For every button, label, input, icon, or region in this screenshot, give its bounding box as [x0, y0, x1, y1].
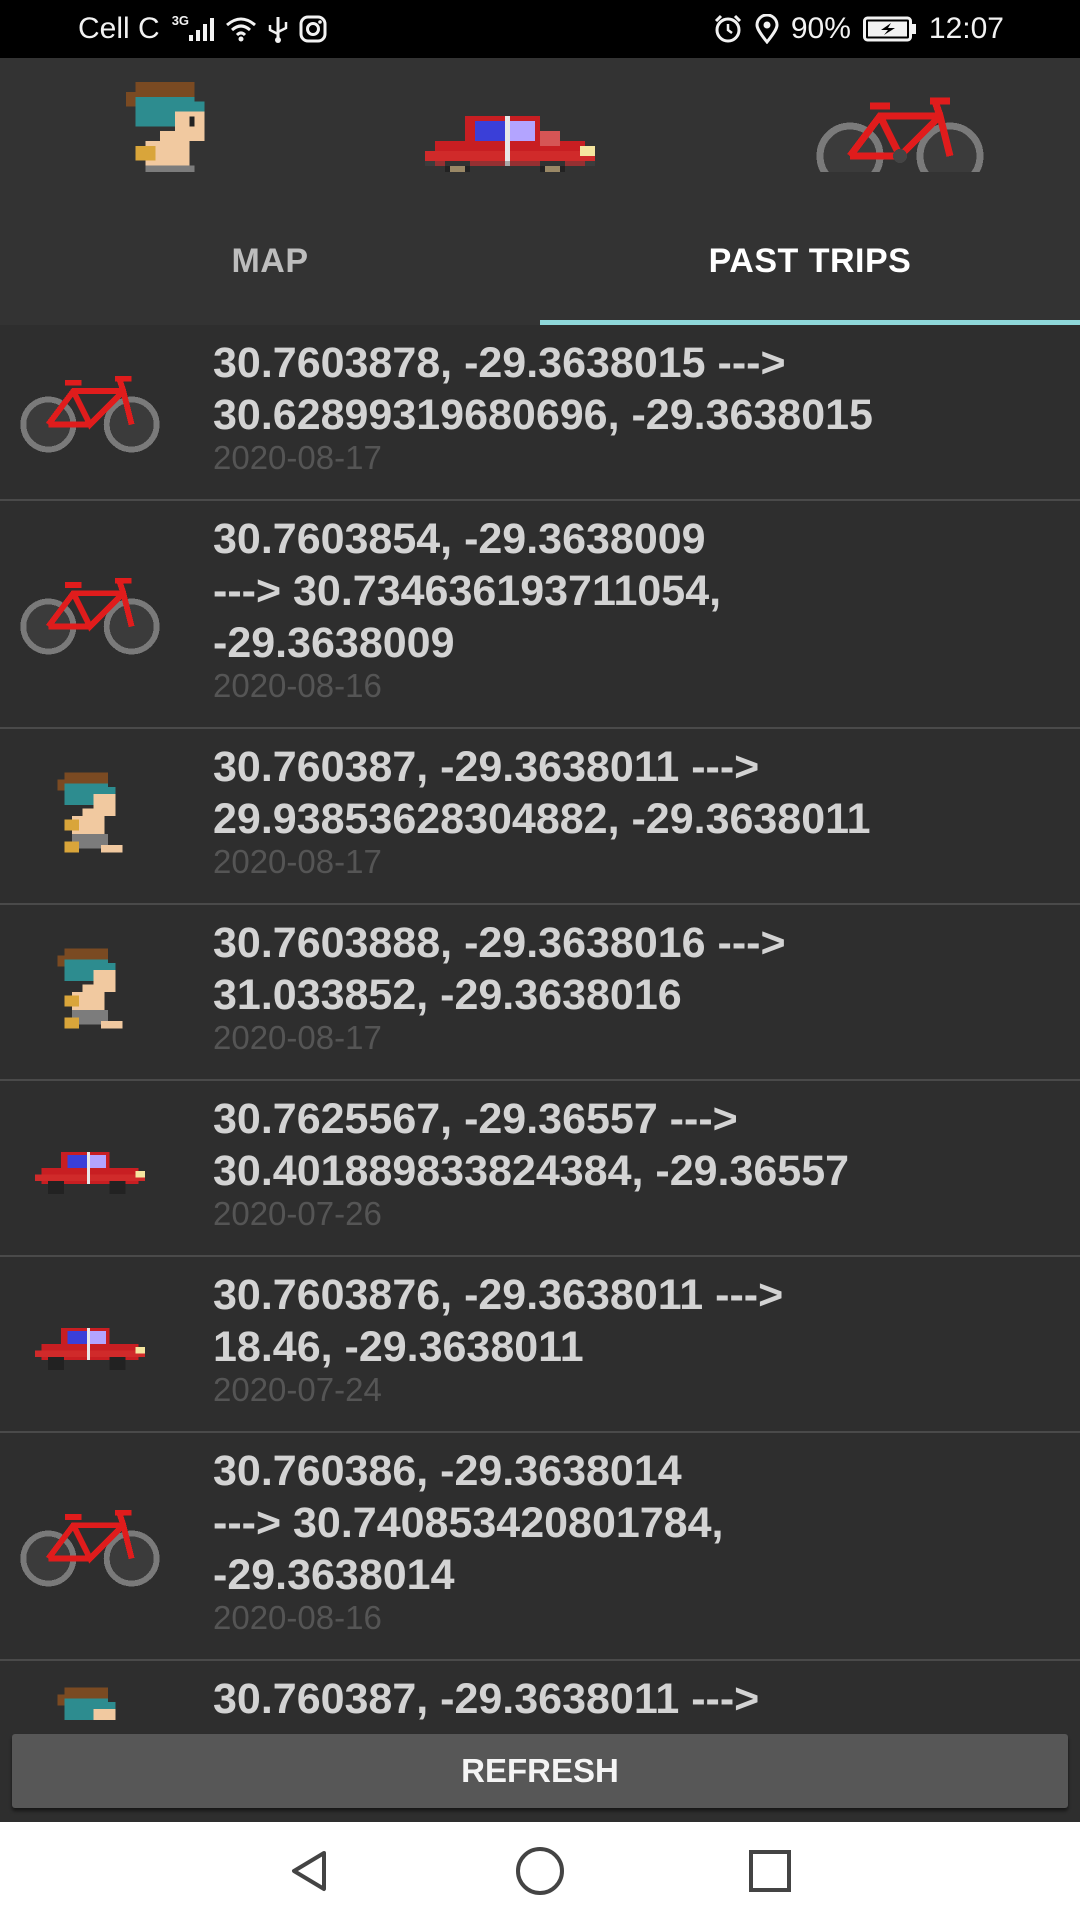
past-trips-list[interactable]: 30.7603878, -29.3638015 ---> 30.62899319…	[0, 325, 1080, 1777]
home-button[interactable]	[480, 1822, 600, 1920]
instagram-icon	[299, 15, 327, 43]
tab-bar: MAP PAST TRIPS	[0, 172, 1080, 326]
car-icon	[35, 1327, 145, 1370]
signal-icon: 3G	[170, 13, 215, 41]
trip-date: 2020-08-17	[213, 1019, 382, 1056]
back-icon	[292, 1851, 326, 1891]
clock: 12:07	[928, 12, 1004, 45]
trip-route: 30.7603878, -29.3638015 ---> 30.62899319…	[213, 339, 873, 439]
trip-date: 2020-08-16	[213, 1599, 382, 1636]
trip-mode-icon	[0, 1081, 180, 1255]
trip-date: 2020-08-17	[213, 843, 382, 880]
bicycle-icon	[20, 1509, 160, 1587]
trip-route: 30.7625567, -29.36557 ---> 30.4018898338…	[213, 1095, 850, 1195]
back-button[interactable]	[250, 1822, 370, 1920]
app-screen: MAP PAST TRIPS 30.7603878, -29.3638015 -…	[0, 58, 1080, 1822]
trip-route: 30.7603854, -29.3638009 ---> 30.73463619…	[213, 515, 722, 667]
trip-row[interactable]: 30.7603878, -29.3638015 ---> 30.62899319…	[0, 325, 1080, 501]
trip-date: 2020-08-17	[213, 439, 382, 476]
walking-person-icon	[57, 948, 123, 1029]
trip-route: 30.7603876, -29.3638011 ---> 18.46, -29.…	[213, 1271, 784, 1371]
bicycle-icon	[20, 375, 160, 453]
wifi-icon	[225, 16, 257, 42]
trip-route: 30.760387, -29.3638011 ---> 29.938536283…	[213, 743, 871, 843]
trip-route: 30.7603888, -29.3638016 ---> 31.033852, …	[213, 919, 786, 1019]
trip-mode-icon	[0, 729, 180, 903]
system-nav-bar	[0, 1822, 1080, 1920]
trip-row[interactable]: 30.7603888, -29.3638016 ---> 31.033852, …	[0, 905, 1080, 1081]
refresh-bar: REFRESH	[0, 1720, 1080, 1822]
trip-mode-icon	[0, 905, 180, 1079]
recents-button[interactable]	[710, 1822, 830, 1920]
home-icon	[516, 1847, 564, 1895]
trip-mode-icon	[0, 1257, 180, 1431]
car-icon	[35, 1151, 145, 1194]
battery-icon	[862, 16, 917, 42]
refresh-button[interactable]: REFRESH	[12, 1734, 1068, 1808]
status-bar: Cell C 3G 90% 12:07	[0, 0, 1080, 58]
network-type-label: 3G	[171, 12, 190, 28]
status-right: 90% 12:07	[713, 0, 1004, 58]
tab-map[interactable]: MAP	[0, 172, 540, 326]
trip-date: 2020-08-16	[213, 667, 382, 704]
location-icon	[755, 14, 779, 44]
trip-route: 30.760386, -29.3638014 ---> 30.740853420…	[213, 1447, 724, 1599]
recents-icon	[749, 1850, 791, 1892]
trip-row[interactable]: 30.760386, -29.3638014 ---> 30.740853420…	[0, 1433, 1080, 1661]
trip-mode-icon	[0, 325, 180, 499]
trip-date: 2020-07-24	[213, 1371, 382, 1408]
tab-past-trips[interactable]: PAST TRIPS	[540, 172, 1080, 326]
trip-row[interactable]: 30.7625567, -29.36557 ---> 30.4018898338…	[0, 1081, 1080, 1257]
battery-percent: 90%	[790, 12, 851, 45]
trip-date: 2020-07-26	[213, 1195, 382, 1232]
trip-mode-icon	[0, 501, 180, 727]
usb-icon	[267, 15, 289, 43]
bicycle-icon	[20, 577, 160, 655]
trip-row[interactable]: 30.7603876, -29.3638011 ---> 18.46, -29.…	[0, 1257, 1080, 1433]
alarm-icon	[713, 14, 743, 44]
walking-person-icon	[57, 772, 123, 853]
car-icon	[425, 116, 595, 181]
trip-route: 30.760387, -29.3638011 --->	[213, 1675, 760, 1723]
trip-row[interactable]: 30.760387, -29.3638011 ---> 29.938536283…	[0, 729, 1080, 905]
carrier-label: Cell C	[78, 12, 160, 45]
status-left: Cell C 3G	[78, 0, 327, 58]
trip-row[interactable]: 30.7603854, -29.3638009 ---> 30.73463619…	[0, 501, 1080, 729]
trip-mode-icon	[0, 1433, 180, 1659]
